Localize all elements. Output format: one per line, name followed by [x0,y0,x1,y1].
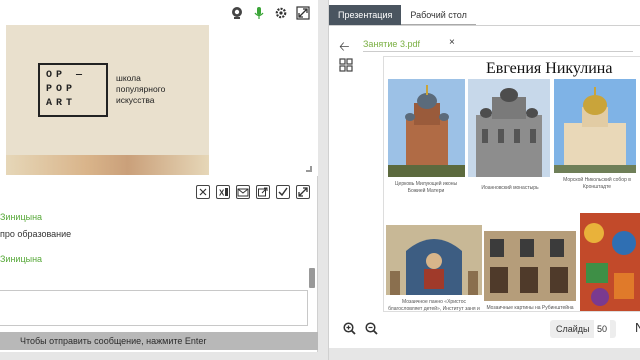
zoom-out-icon[interactable] [365,322,378,335]
colorful-mosaic-photo [580,213,640,311]
excel-export-icon[interactable]: X [216,185,230,199]
logo-line-3: ART [46,98,77,109]
video-controls [230,6,310,20]
slides-counter[interactable]: Слайды 50 [550,320,617,338]
zoom-in-icon[interactable] [343,322,356,335]
next-slide-button[interactable]: N [635,320,640,335]
right-bottom-strip [329,348,640,360]
video-resize-handle[interactable] [306,166,312,172]
tab-presentation[interactable]: Презентация [329,5,402,25]
monastery-photo [468,79,550,177]
grid-view-icon[interactable] [339,58,353,72]
slide-title: Евгения Никулина [486,60,613,77]
presentation-slide: Евгения Никулина Церковь Милующей иконы … [383,56,640,312]
church-photo [388,79,465,177]
checklist-icon[interactable] [276,185,290,199]
video-area: OP — POP ART школа популярного искусства [0,0,318,176]
microphone-icon[interactable] [252,6,266,20]
chat-toolbar: X [0,180,318,204]
photo-caption: Церковь Милующей иконы Божией Матери [394,181,458,194]
video-feed: OP — POP ART школа популярного искусства [6,25,209,175]
chat-fullscreen-icon[interactable] [296,185,310,199]
chat-input[interactable] [0,290,308,326]
right-panel: Презентация Рабочий стол 🡠 Занятие 3.pdf… [328,0,640,360]
chat-message-text: про образование [0,229,72,239]
photo-caption: Иоанновский монастырь [481,185,539,191]
tab-divider [329,25,640,26]
chat-author: Зиницына [0,254,43,264]
chat-author: Зиницына [0,212,43,222]
bottom-strip [0,352,318,360]
send-hint-bar[interactable]: Чтобы отправить сообщение, нажмите Enter [0,332,318,350]
svg-text:X: X [219,189,225,198]
slides-label: Слайды [556,324,590,334]
webcam-icon[interactable] [230,6,244,20]
back-arrow-icon[interactable]: 🡠 [339,38,350,60]
photo-caption: Мозаичные картины на Рубинштейна [486,305,574,311]
settings-gear-icon[interactable] [274,6,288,20]
file-name[interactable]: Занятие 3.pdf [363,39,420,49]
left-panel: OP — POP ART школа популярного искусства [0,0,318,360]
logo-line-1: OP — [46,70,87,81]
popout-icon[interactable] [256,185,270,199]
opopart-logo: OP — POP ART [38,63,108,117]
clear-icon[interactable] [196,185,210,199]
file-underline [363,51,633,52]
chat-scrollbar[interactable] [309,268,315,288]
slides-count: 50 [594,320,611,338]
photo-caption: Мозаичное панно «Христос благословляет д… [388,299,480,312]
photo-caption: Морской Никольский собор в Кронштадте [563,177,631,190]
tab-desktop[interactable]: Рабочий стол [401,5,476,25]
panel-tabs: Презентация Рабочий стол [329,5,476,25]
fullscreen-icon[interactable] [296,6,310,20]
cathedral-photo [554,79,636,173]
school-name: школа популярного искусства [116,73,166,105]
close-file-icon[interactable]: × [449,37,455,48]
logo-line-2: POP [46,84,77,95]
chat-messages: Зиницына про образование Зиницына [0,208,306,288]
video-bottom-stripe [6,155,209,175]
email-icon[interactable] [236,185,250,199]
building-mosaic-photo [484,231,576,301]
mosaic-panel-photo [386,225,482,295]
